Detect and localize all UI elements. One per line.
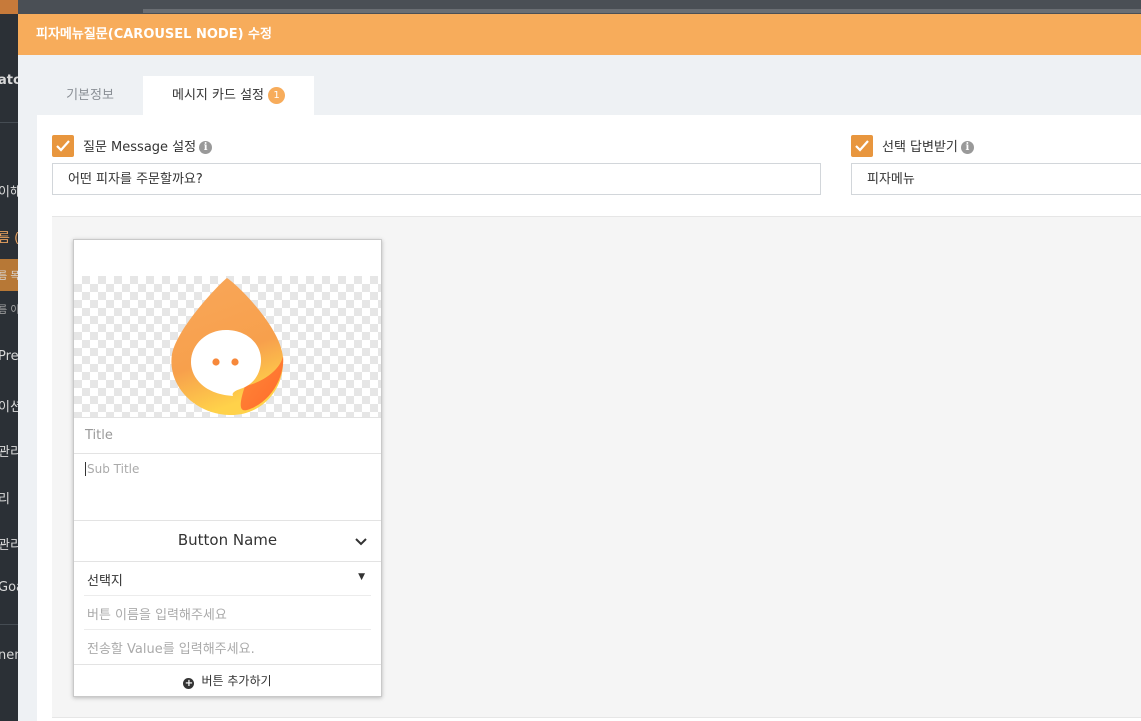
question-message-label: 질문 Message 설정 i bbox=[83, 136, 213, 155]
button-type-select[interactable]: 선택지 ▼ bbox=[84, 562, 371, 596]
caret-down-icon: ▼ bbox=[358, 572, 365, 582]
sidebar-top-accent bbox=[0, 0, 18, 14]
card-title-placeholder: Title bbox=[85, 428, 113, 443]
card-image-area[interactable] bbox=[74, 276, 381, 418]
checkmark-icon bbox=[56, 140, 70, 152]
button-value-input[interactable]: 전송할 Value를 입력해주세요. bbox=[84, 630, 371, 663]
card-button-header[interactable]: Button Name bbox=[74, 521, 381, 562]
info-icon[interactable]: i bbox=[199, 141, 213, 154]
card-button-name: Button Name bbox=[177, 531, 278, 549]
sidebar-item[interactable]: nent bbox=[0, 648, 18, 663]
sidebar-item-brand[interactable]: ator bbox=[0, 73, 18, 88]
tab-label: 기본정보 bbox=[66, 88, 114, 103]
sidebar-item-active[interactable]: 름 목 bbox=[0, 267, 18, 282]
button-name-placeholder: 버튼 이름을 입력해주세요 bbox=[87, 608, 227, 623]
tab-content: 질문 Message 설정 i 어떤 피자를 주문할까요? 선택 답변받기 i 피자… bbox=[37, 115, 1141, 721]
button-value-placeholder: 전송할 Value를 입력해주세요. bbox=[87, 642, 255, 657]
sidebar-item[interactable]: 관리 bbox=[0, 441, 18, 460]
checkmark-icon bbox=[855, 140, 869, 152]
tab-count-badge: 1 bbox=[268, 87, 285, 104]
card-title-input[interactable]: Title bbox=[74, 417, 381, 454]
question-message-input[interactable]: 어떤 피자를 주문할까요? bbox=[52, 163, 821, 195]
chatbot-droplet-logo-icon bbox=[171, 278, 284, 416]
background-top-strip bbox=[18, 0, 1141, 14]
sidebar-item[interactable]: 름 이 bbox=[0, 301, 18, 316]
sidebar-divider bbox=[0, 624, 18, 625]
question-message-label-text: 질문 Message 설정 bbox=[83, 140, 197, 155]
sidebar-item[interactable]: 리 bbox=[0, 488, 18, 507]
chevron-down-icon[interactable] bbox=[355, 538, 367, 546]
select-answer-input[interactable]: 피자메뉴 bbox=[851, 163, 1141, 195]
add-button-label: 버튼 추가하기 bbox=[201, 674, 272, 688]
carousel-card: Title Sub Title Button Name 선택지 ▼ 버튼 이름을… bbox=[73, 239, 382, 697]
question-message-checkbox[interactable] bbox=[52, 135, 74, 157]
sidebar-item[interactable]: 관리 bbox=[0, 534, 18, 553]
sidebar-item[interactable]: Pref bbox=[0, 349, 18, 364]
button-name-input[interactable]: 버튼 이름을 입력해주세요 bbox=[84, 596, 371, 630]
background-top-bar bbox=[143, 9, 1141, 13]
sidebar-item[interactable]: 름 ( bbox=[0, 227, 18, 246]
card-subtitle-placeholder: Sub Title bbox=[85, 462, 140, 476]
tab-message-card-settings[interactable]: 메시지 카드 설정 1 bbox=[143, 76, 314, 116]
card-subtitle-input[interactable]: Sub Title bbox=[74, 454, 381, 521]
sidebar-divider bbox=[0, 122, 18, 123]
background-sidebar: ator 이해 름 ( 름 목 름 이 Pref 이션 관리 리 관리 Goa … bbox=[0, 0, 18, 721]
add-button-button[interactable]: + 버튼 추가하기 bbox=[74, 664, 381, 697]
select-answer-checkbox[interactable] bbox=[851, 135, 873, 157]
plus-circle-icon: + bbox=[183, 678, 195, 689]
button-type-selected: 선택지 bbox=[87, 574, 123, 589]
sidebar-item[interactable]: Goa bbox=[0, 580, 18, 595]
select-answer-label: 선택 답변받기 i bbox=[882, 136, 974, 155]
edit-node-modal: 피자메뉴질문(CAROUSEL NODE) 수정 기본정보 메시지 카드 설정 1… bbox=[18, 14, 1141, 721]
tab-label: 메시지 카드 설정 bbox=[172, 88, 264, 103]
modal-title: 피자메뉴질문(CAROUSEL NODE) 수정 bbox=[18, 14, 1141, 55]
sidebar-item[interactable]: 이해 bbox=[0, 181, 18, 200]
sidebar-item[interactable]: 이션 bbox=[0, 396, 18, 415]
select-answer-label-text: 선택 답변받기 bbox=[882, 140, 958, 155]
carousel-card-area: Title Sub Title Button Name 선택지 ▼ 버튼 이름을… bbox=[52, 216, 1141, 718]
info-icon[interactable]: i bbox=[960, 141, 974, 154]
tab-basic-info[interactable]: 기본정보 bbox=[38, 76, 142, 116]
